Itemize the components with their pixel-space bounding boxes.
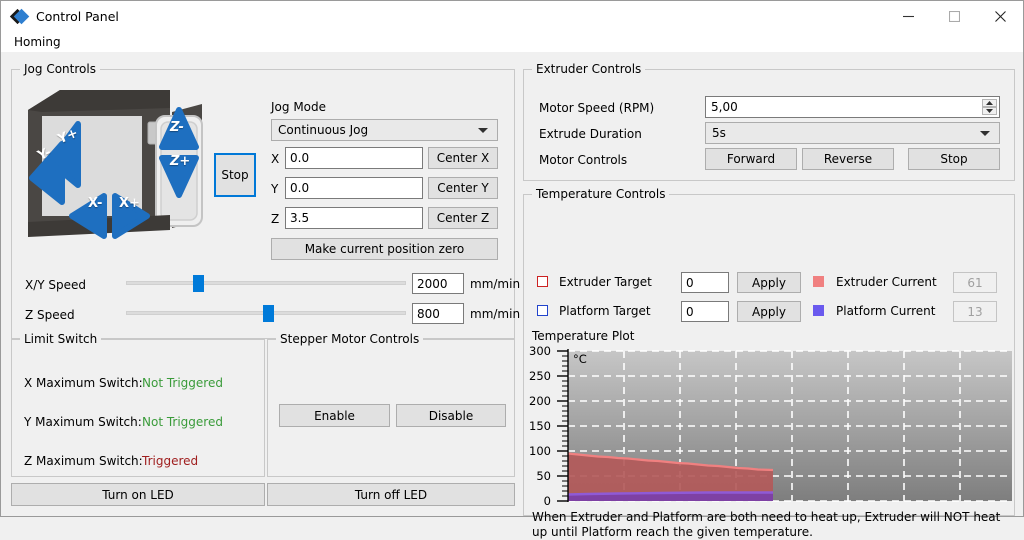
ytick-100: 100 xyxy=(529,444,551,458)
stepper-enable-button[interactable]: Enable xyxy=(279,404,390,427)
temperature-plot-title: Temperature Plot xyxy=(532,329,635,343)
z-speed-unit: mm/min xyxy=(470,307,521,321)
platform-current-value: 13 xyxy=(953,301,997,322)
y-max-switch-status: Not Triggered xyxy=(142,415,223,429)
platform-current-swatch xyxy=(813,305,824,316)
jog-controls-legend: Jog Controls xyxy=(20,62,100,76)
chevron-down-icon xyxy=(478,128,488,133)
extruder-controls-group: Extruder Controls Motor Speed (RPM) 5,00… xyxy=(523,62,1015,181)
jog-mode-label: Jog Mode xyxy=(271,100,327,114)
axis-z-label: Z xyxy=(271,212,280,226)
temperature-plot[interactable] xyxy=(528,345,1012,507)
motor-forward-button[interactable]: Forward xyxy=(705,148,797,170)
chevron-down-icon xyxy=(980,131,990,136)
ytick-250: 250 xyxy=(529,369,551,383)
z-max-switch-label: Z Maximum Switch: xyxy=(24,454,143,468)
title-bar: Control Panel xyxy=(1,1,1023,32)
minimize-icon[interactable] xyxy=(885,1,931,32)
extrude-duration-label: Extrude Duration xyxy=(539,127,642,141)
extruder-controls-legend: Extruder Controls xyxy=(532,62,646,76)
motor-speed-spinbox[interactable]: 5,00 xyxy=(705,96,1000,118)
ytick-150: 150 xyxy=(529,419,551,433)
extrude-duration-select[interactable]: 5s xyxy=(705,122,1000,144)
extruder-current-label: Extruder Current xyxy=(836,275,937,289)
spinner-up-icon[interactable] xyxy=(982,99,997,107)
axis-x-input[interactable]: 0.0 xyxy=(285,147,423,169)
menu-bar: Homing xyxy=(1,32,1023,52)
axis-y-label: Y xyxy=(271,182,279,196)
ytick-0: 0 xyxy=(543,494,551,508)
extruder-target-label: Extruder Target xyxy=(559,275,652,289)
extruder-current-value: 61 xyxy=(953,272,997,293)
motor-speed-label: Motor Speed (RPM) xyxy=(539,101,655,115)
plot-unit-label: °C xyxy=(573,352,587,366)
motor-reverse-button[interactable]: Reverse xyxy=(802,148,894,170)
ytick-200: 200 xyxy=(529,394,551,408)
z-speed-input[interactable]: 800 xyxy=(412,303,464,324)
y-max-switch-label: Y Maximum Switch: xyxy=(24,415,142,429)
window-buttons xyxy=(885,1,1023,32)
menu-item-homing[interactable]: Homing xyxy=(11,34,64,50)
main-content: Jog Controls Y- Y+ X- X+ Z- Z+ Stop Jog … xyxy=(1,52,1023,539)
z-speed-label: Z Speed xyxy=(25,308,75,322)
jog-x-minus-label[interactable]: X- xyxy=(88,196,102,211)
jog-z-plus-label[interactable]: Z+ xyxy=(170,154,190,169)
x-max-switch-label: X Maximum Switch: xyxy=(24,376,143,390)
make-position-zero-button[interactable]: Make current position zero xyxy=(271,238,498,260)
stepper-motor-group: Stepper Motor Controls Enable Disable xyxy=(267,332,515,477)
jog-mode-select[interactable]: Continuous Jog xyxy=(271,119,498,141)
turn-on-led-button[interactable]: Turn on LED xyxy=(11,483,265,506)
xy-speed-label: X/Y Speed xyxy=(25,278,87,292)
jog-z-minus-label[interactable]: Z- xyxy=(170,120,184,135)
axis-z-input[interactable]: 3.5 xyxy=(285,207,423,229)
center-z-button[interactable]: Center Z xyxy=(428,207,498,229)
close-icon[interactable] xyxy=(977,1,1023,32)
z-speed-slider[interactable] xyxy=(126,304,406,322)
window-title: Control Panel xyxy=(36,9,119,24)
extruder-current-swatch xyxy=(813,276,824,287)
jog-stop-button[interactable]: Stop xyxy=(214,153,256,197)
temperature-controls-legend: Temperature Controls xyxy=(532,187,670,201)
motor-controls-label: Motor Controls xyxy=(539,153,628,167)
maximize-icon[interactable] xyxy=(931,1,977,32)
platform-target-label: Platform Target xyxy=(559,304,651,318)
jog-mode-value: Continuous Jog xyxy=(278,123,369,137)
control-panel-window: Control Panel Homing Jog Controls Y- Y+ … xyxy=(0,0,1024,539)
axis-y-input[interactable]: 0.0 xyxy=(285,177,423,199)
x-max-switch-status: Not Triggered xyxy=(142,376,223,390)
platform-current-label: Platform Current xyxy=(836,304,936,318)
ytick-50: 50 xyxy=(536,469,551,483)
temperature-note: When Extruder and Platform are both need… xyxy=(532,510,1001,539)
z-max-switch-status: Triggered xyxy=(142,454,199,468)
extrude-duration-value: 5s xyxy=(712,126,726,140)
xy-speed-input[interactable]: 2000 xyxy=(412,273,464,294)
platform-apply-button[interactable]: Apply xyxy=(737,301,801,322)
platform-target-input[interactable]: 0 xyxy=(681,301,729,322)
extruder-apply-button[interactable]: Apply xyxy=(737,272,801,293)
app-diamond-icon xyxy=(11,8,30,25)
turn-off-led-button[interactable]: Turn off LED xyxy=(267,483,515,506)
stepper-disable-button[interactable]: Disable xyxy=(396,404,506,427)
motor-speed-value: 5,00 xyxy=(711,100,738,114)
platform-target-checkbox[interactable] xyxy=(537,305,548,316)
ytick-300: 300 xyxy=(529,344,551,358)
center-x-button[interactable]: Center X xyxy=(428,147,498,169)
stepper-motor-legend: Stepper Motor Controls xyxy=(276,332,424,346)
jog-controls-group: Jog Controls Y- Y+ X- X+ Z- Z+ Stop Jog … xyxy=(11,62,520,339)
center-y-button[interactable]: Center Y xyxy=(428,177,498,199)
limit-switch-group: Limit Switch X Maximum Switch: Not Trigg… xyxy=(11,332,265,477)
motor-stop-button[interactable]: Stop xyxy=(908,148,1000,170)
extruder-target-input[interactable]: 0 xyxy=(681,272,729,293)
limit-switch-legend: Limit Switch xyxy=(20,332,102,346)
extruder-target-checkbox[interactable] xyxy=(537,276,548,287)
temperature-controls-group: Temperature Controls Extruder Target 0 A… xyxy=(523,187,1015,539)
xy-speed-slider[interactable] xyxy=(126,274,406,292)
axis-x-label: X xyxy=(271,152,280,166)
spinner-down-icon[interactable] xyxy=(982,107,997,115)
spinner-buttons[interactable] xyxy=(982,99,997,115)
jog-x-plus-label[interactable]: X+ xyxy=(119,196,140,211)
xy-speed-unit: mm/min xyxy=(470,277,521,291)
